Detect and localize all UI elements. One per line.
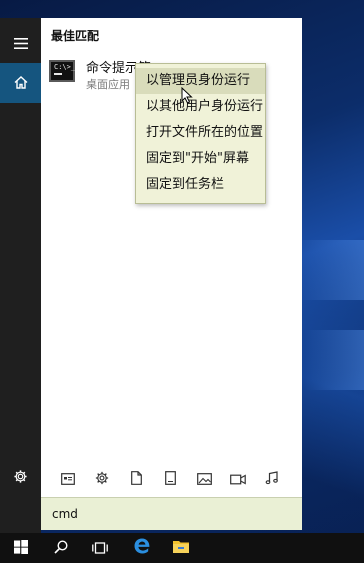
hamburger-menu-button[interactable] (0, 23, 41, 63)
documents-icon (130, 470, 142, 489)
context-menu-item-pin-to-taskbar[interactable]: 固定到任务栏 (136, 172, 265, 198)
best-match-heading: 最佳匹配 (51, 29, 100, 43)
command-prompt-icon: C:\>_ (49, 60, 75, 82)
windows-start-icon (14, 539, 28, 558)
context-menu-item-pin-to-start[interactable]: 固定到"开始"屏幕 (136, 146, 265, 172)
command-prompt-icon-text: C:\>_ (54, 63, 76, 71)
context-menu-item-open-file-location[interactable]: 打开文件所在的位置 (136, 120, 265, 146)
search-filter-bar (41, 462, 302, 497)
filter-folders-button[interactable] (153, 462, 187, 497)
photos-icon (196, 470, 212, 489)
search-icon (54, 539, 68, 558)
taskbar (0, 533, 364, 563)
videos-icon (230, 470, 246, 489)
file-explorer-button[interactable] (161, 533, 201, 563)
edge-button[interactable] (122, 533, 162, 563)
result-type: 桌面应用 (86, 78, 130, 91)
wallpaper-light-beam (294, 240, 364, 300)
filter-photos-button[interactable] (187, 462, 221, 497)
mouse-pointer-icon (181, 86, 193, 104)
context-menu-item-run-as-other-user[interactable]: 以其他用户身份运行 (136, 94, 265, 120)
search-input[interactable] (41, 498, 302, 530)
filter-apps-button[interactable] (51, 462, 85, 497)
home-button[interactable] (0, 63, 41, 103)
folders-icon (164, 470, 176, 489)
search-box (41, 497, 302, 530)
filter-music-button[interactable] (255, 462, 289, 497)
edge-icon (133, 537, 151, 559)
home-icon (14, 74, 28, 93)
context-menu-item-run-as-admin[interactable]: 以管理员身份运行 (136, 68, 265, 94)
filter-documents-button[interactable] (119, 462, 153, 497)
start-button[interactable] (1, 533, 41, 563)
hamburger-icon (13, 34, 28, 53)
music-icon (265, 470, 279, 489)
taskbar-search-button[interactable] (41, 533, 81, 563)
task-view-button[interactable] (80, 533, 120, 563)
start-menu-rail (0, 18, 41, 533)
wallpaper-light-beam (304, 330, 364, 390)
filter-settings-button[interactable] (85, 462, 119, 497)
apps-icon (61, 470, 75, 489)
context-menu: 以管理员身份运行 以其他用户身份运行 打开文件所在的位置 固定到"开始"屏幕 固… (135, 63, 266, 204)
filter-videos-button[interactable] (221, 462, 255, 497)
settings-button[interactable] (0, 458, 41, 498)
gear-icon (13, 469, 28, 488)
task-view-icon (92, 539, 108, 558)
settings-filter-icon (95, 470, 109, 489)
file-explorer-icon (172, 539, 190, 558)
